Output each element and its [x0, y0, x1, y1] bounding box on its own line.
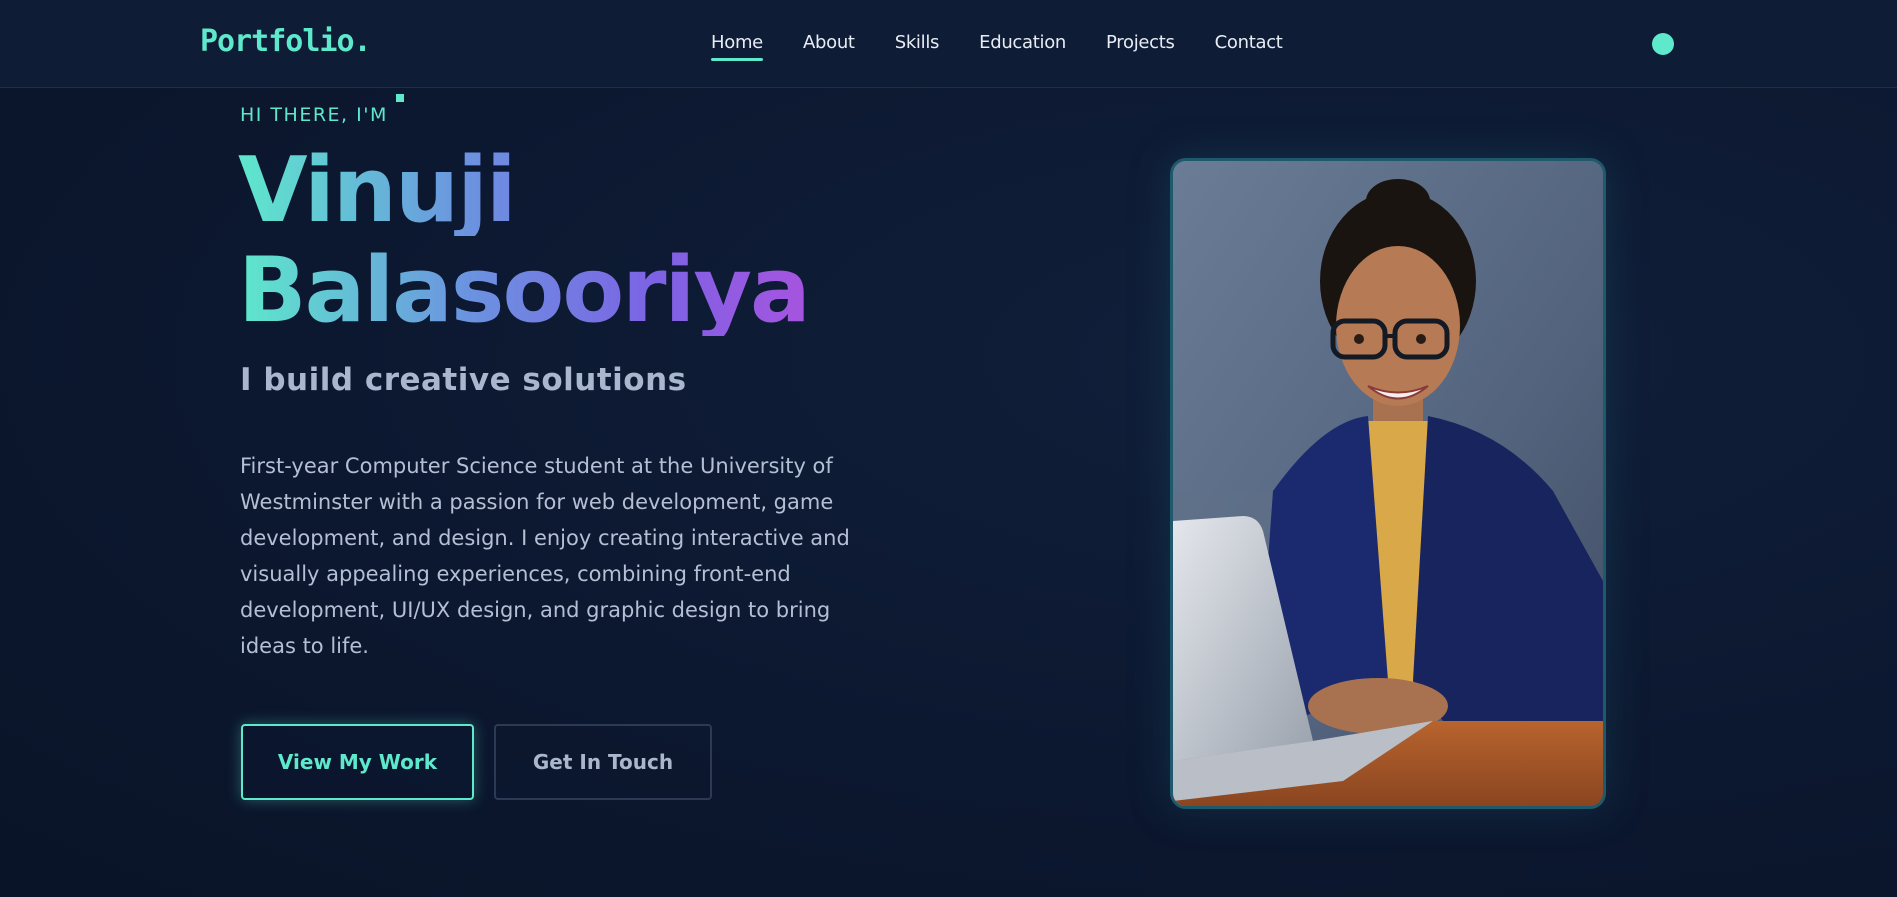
profile-photo-illustration	[1173, 161, 1603, 806]
typing-cursor	[396, 94, 404, 102]
nav-link-education[interactable]: Education	[979, 32, 1066, 61]
nav-links: Home About Skills Education Projects Con…	[711, 32, 1283, 61]
hero-greeting: HI THERE, I'M	[240, 104, 388, 126]
get-in-touch-button[interactable]: Get In Touch	[494, 724, 712, 800]
navbar: Portfolio. Home About Skills Education P…	[0, 0, 1897, 88]
hero-bio: First-year Computer Science student at t…	[240, 454, 850, 658]
nav-link-home[interactable]: Home	[711, 32, 763, 61]
logo[interactable]: Portfolio.	[200, 24, 372, 59]
nav-link-contact[interactable]: Contact	[1215, 32, 1283, 61]
theme-toggle-icon[interactable]	[1652, 33, 1674, 55]
hero-name-last: Balasooriya	[238, 238, 811, 343]
profile-photo	[1170, 158, 1606, 809]
view-my-work-button[interactable]: View My Work	[241, 724, 474, 800]
nav-link-projects[interactable]: Projects	[1106, 32, 1175, 61]
nav-link-skills[interactable]: Skills	[895, 32, 940, 61]
hero-name-first: Vinuji	[238, 138, 517, 243]
nav-link-about[interactable]: About	[803, 32, 855, 61]
hero-tagline: I build creative solutions	[240, 362, 687, 398]
